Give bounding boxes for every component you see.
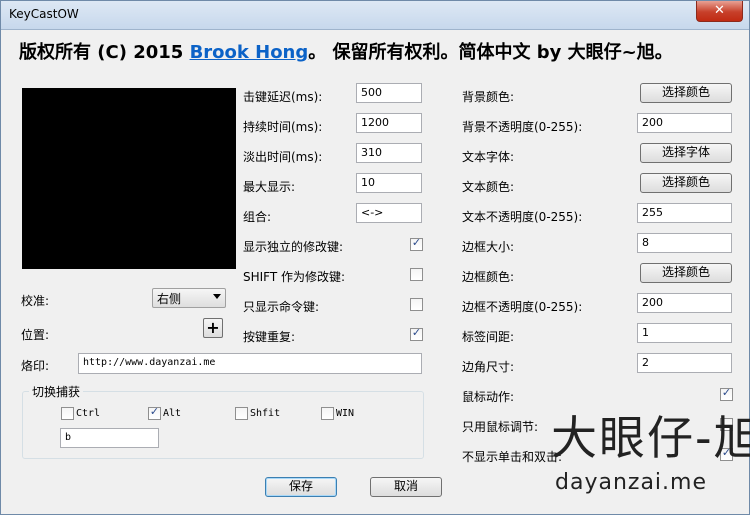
ctrl-checkbox[interactable]: ✓ — [61, 407, 74, 420]
check-icon: ✓ — [411, 236, 422, 249]
cancel-button[interactable]: 取消 — [370, 477, 442, 497]
text-font-label: 文本字体: — [462, 150, 515, 164]
shift-label: Shfit — [250, 408, 281, 419]
key-repeat-checkbox[interactable]: ✓ — [410, 326, 423, 341]
watermark-logo: 大眼仔-旭 dayanzai.me — [547, 400, 750, 500]
keystroke-delay-label: 击键延迟(ms): — [243, 90, 323, 104]
position-plus-button[interactable]: + — [203, 318, 223, 338]
capture-group — [22, 391, 424, 459]
bg-color-button[interactable]: 选择颜色 — [640, 83, 732, 103]
calibrate-label: 校准: — [21, 294, 50, 308]
stamp-label: 烙印: — [21, 359, 50, 373]
alt-label: Alt — [163, 408, 182, 419]
watermark-bottom-text: dayanzai.me — [555, 470, 707, 495]
fade-time-label: 淡出时间(ms): — [243, 150, 323, 164]
label-spacing-label: 标签间距: — [462, 330, 515, 344]
fade-time-input[interactable]: 310 — [356, 143, 422, 163]
text-font-button[interactable]: 选择字体 — [640, 143, 732, 163]
border-color-button[interactable]: 选择颜色 — [640, 263, 732, 283]
keystroke-delay-input[interactable]: 500 — [356, 83, 422, 103]
capture-key-input[interactable]: b — [60, 428, 159, 448]
border-opacity-label: 边框不透明度(0-255): — [462, 300, 583, 314]
ctrl-label: Ctrl — [76, 408, 101, 419]
text-opacity-label: 文本不透明度(0-255): — [462, 210, 583, 224]
duration-input[interactable]: 1200 — [356, 113, 422, 133]
shift-modifier-checkbox[interactable]: ✓ — [410, 268, 423, 281]
text-color-button[interactable]: 选择颜色 — [640, 173, 732, 193]
mouse-action-label: 鼠标动作: — [462, 390, 515, 404]
win-checkbox[interactable]: ✓ — [321, 407, 334, 420]
duration-label: 持续时间(ms): — [243, 120, 323, 134]
max-display-input[interactable]: 10 — [356, 173, 422, 193]
position-label: 位置: — [21, 328, 50, 342]
bg-color-label: 背景颜色: — [462, 90, 515, 104]
hide-clicks-label: 不显示单击和双击: — [462, 450, 563, 464]
title-bar[interactable]: KeyCastOW ✕ — [1, 1, 749, 30]
bg-opacity-input[interactable]: 200 — [637, 113, 732, 133]
show-modifiers-checkbox[interactable]: ✓ — [410, 236, 423, 251]
calibrate-select[interactable]: 右侧 — [152, 288, 226, 308]
window-title: KeyCastOW — [9, 7, 79, 21]
text-opacity-input[interactable]: 255 — [637, 203, 732, 223]
bg-opacity-label: 背景不透明度(0-255): — [462, 120, 583, 134]
mouse-adjust-only-checkbox[interactable]: ✓ — [720, 418, 733, 431]
win-label: WIN — [336, 408, 355, 419]
capture-group-title: 切换捕获 — [29, 383, 84, 400]
calibrate-value: 右侧 — [157, 292, 182, 306]
stamp-input[interactable]: http://www.dayanzai.me — [78, 353, 422, 374]
settings-panel: 版权所有 (C) 2015 Brook Hong。 保留所有权利。简体中文 by… — [7, 30, 750, 508]
hide-clicks-checkbox[interactable]: ✓ — [720, 446, 733, 461]
author-link[interactable]: Brook Hong — [190, 42, 309, 63]
alt-checkbox[interactable]: ✓ — [148, 405, 161, 420]
check-icon: ✓ — [411, 326, 422, 339]
commands-only-checkbox[interactable]: ✓ — [410, 298, 423, 311]
close-button[interactable]: ✕ — [696, 1, 743, 22]
border-opacity-input[interactable]: 200 — [637, 293, 732, 313]
copyright-suffix: 。 保留所有权利。简体中文 by 大眼仔~旭。 — [308, 42, 673, 63]
corner-size-label: 边角尺寸: — [462, 360, 515, 374]
corner-size-input[interactable]: 2 — [637, 353, 732, 373]
check-icon: ✓ — [721, 446, 732, 459]
app-window: KeyCastOW ✕ 版权所有 (C) 2015 Brook Hong。 保留… — [0, 0, 750, 515]
commands-only-label: 只显示命令键: — [243, 300, 320, 314]
label-spacing-input[interactable]: 1 — [637, 323, 732, 343]
border-color-label: 边框颜色: — [462, 270, 515, 284]
shift-modifier-label: SHIFT 作为修改键: — [243, 270, 346, 284]
border-size-input[interactable]: 8 — [637, 233, 732, 253]
max-display-label: 最大显示: — [243, 180, 296, 194]
text-color-label: 文本颜色: — [462, 180, 515, 194]
show-modifiers-label: 显示独立的修改键: — [243, 240, 344, 254]
preview-area — [22, 88, 236, 269]
check-icon: ✓ — [721, 386, 732, 399]
border-size-label: 边框大小: — [462, 240, 515, 254]
combo-input[interactable]: <-> — [356, 203, 422, 223]
copyright-line: 版权所有 (C) 2015 Brook Hong。 保留所有权利。简体中文 by… — [19, 38, 673, 64]
shift-checkbox[interactable]: ✓ — [235, 407, 248, 420]
save-button[interactable]: 保存 — [265, 477, 337, 497]
check-icon: ✓ — [149, 405, 160, 418]
combo-label: 组合: — [243, 210, 272, 224]
chevron-down-icon — [213, 294, 221, 299]
mouse-adjust-only-label: 只用鼠标调节: — [462, 420, 539, 434]
mouse-action-checkbox[interactable]: ✓ — [720, 386, 733, 401]
copyright-prefix: 版权所有 (C) 2015 — [19, 42, 190, 63]
key-repeat-label: 按键重复: — [243, 330, 296, 344]
